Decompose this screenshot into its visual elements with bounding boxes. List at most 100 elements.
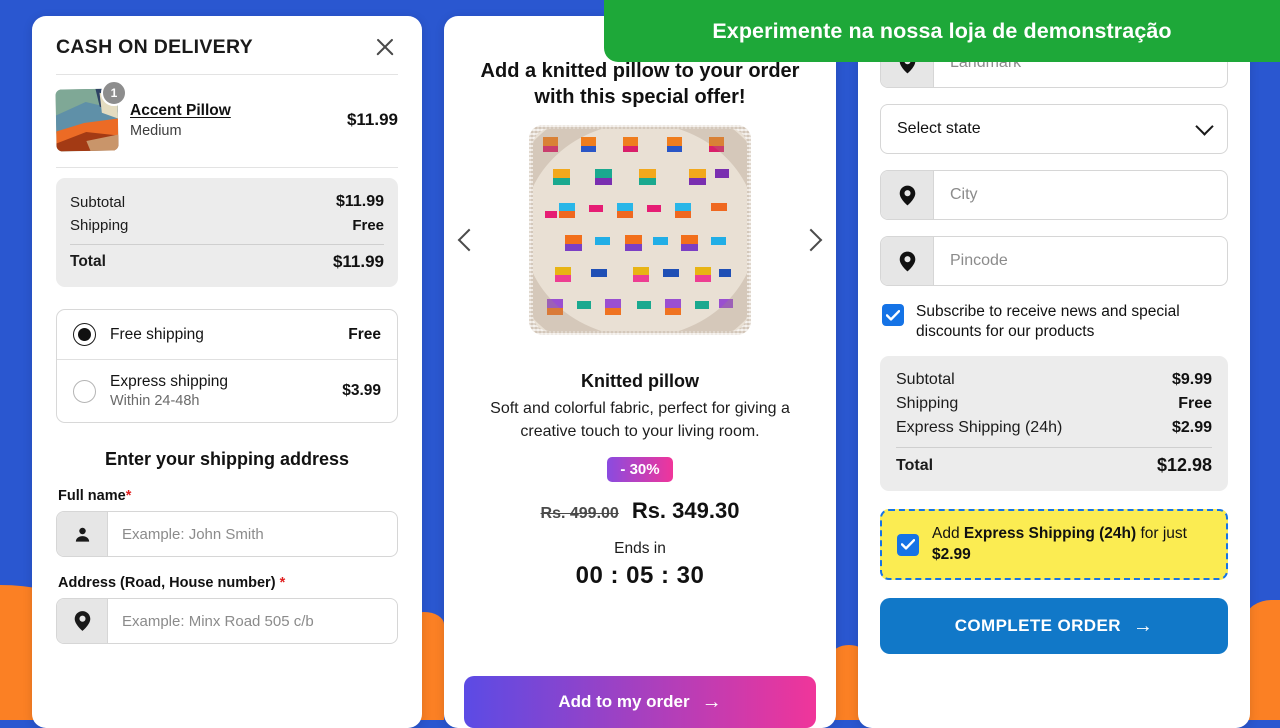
- price-original: Rs. 499.00: [540, 505, 619, 523]
- map-pin-icon: [57, 599, 108, 643]
- shipping-address-section: Enter your shipping address Full name* A…: [32, 449, 422, 644]
- shipping-option-free[interactable]: Free shipping Free: [57, 310, 397, 359]
- shipping-option-price: $3.99: [342, 382, 381, 399]
- summary-row-total: Total $12.98: [896, 452, 1212, 479]
- complete-order-label: COMPLETE ORDER: [954, 616, 1121, 636]
- address-label: Address (Road, House number) *: [58, 575, 398, 591]
- city-input[interactable]: [934, 171, 1227, 219]
- map-pin-icon: [881, 237, 934, 285]
- divider: [896, 447, 1212, 449]
- full-name-label: Full name*: [58, 488, 398, 504]
- add-to-order-label: Add to my order: [558, 692, 690, 711]
- close-icon[interactable]: [372, 34, 398, 60]
- summary-value: Free: [352, 217, 384, 234]
- demo-store-banner-text: Experimente na nossa loja de demonstraçã…: [712, 18, 1172, 43]
- upsell-prefix: Add: [932, 525, 964, 543]
- summary-label: Subtotal: [70, 193, 126, 211]
- summary-value: $2.99: [1171, 419, 1212, 437]
- quantity-badge: 1: [101, 80, 127, 106]
- carousel-next-icon[interactable]: [794, 220, 828, 260]
- shipping-method-group: Free shipping Free Express shipping With…: [56, 309, 398, 423]
- summary-value: $11.99: [332, 252, 384, 271]
- summary-label: Shipping: [896, 395, 959, 413]
- product-info: Accent Pillow Medium: [130, 102, 335, 139]
- city-field[interactable]: [880, 170, 1228, 220]
- product-thumbnail-wrapper: 1: [55, 80, 127, 152]
- pincode-field[interactable]: [880, 236, 1228, 286]
- product-name-link[interactable]: Accent Pillow: [130, 102, 335, 120]
- shipping-option-text: Free shipping: [110, 326, 334, 344]
- summary-label: Subtotal: [896, 371, 955, 389]
- shipping-option-name: Free shipping: [110, 325, 204, 343]
- shipping-details-panel: Select state Subscribe to receive news a…: [858, 0, 1250, 728]
- radio-free-shipping[interactable]: [73, 323, 96, 346]
- countdown-label: Ends in: [614, 540, 666, 558]
- left-card-header: CASH ON DELIVERY: [32, 16, 422, 74]
- product-variant: Medium: [130, 122, 182, 139]
- checkbox-subscribe[interactable]: [882, 304, 904, 326]
- countdown-timer: 00 : 05 : 30: [575, 562, 705, 590]
- summary-value: Free: [1178, 395, 1212, 413]
- offer-price-row: Rs. 499.00 Rs. 349.30: [444, 498, 836, 524]
- checkbox-express-shipping[interactable]: [897, 533, 919, 556]
- offer-product-name: Knitted pillow: [581, 370, 699, 391]
- summary-row-total: Total $11.99: [70, 249, 384, 275]
- upsell-bold-method: Express Shipping (24h): [963, 525, 1137, 543]
- radio-express-shipping[interactable]: [73, 379, 96, 403]
- state-select-value: Select state: [897, 120, 981, 137]
- arrow-right-icon: →: [1132, 615, 1154, 638]
- subscribe-newsletter-row[interactable]: Subscribe to receive news and special di…: [882, 302, 1228, 342]
- order-summary-right: Subtotal $9.99 Shipping Free Express Shi…: [880, 356, 1228, 492]
- shipping-option-express[interactable]: Express shipping Within 24-48h $3.99: [57, 359, 397, 422]
- right-card-body: Select state Subscribe to receive news a…: [858, 0, 1250, 655]
- upsell-middle: for just: [1136, 525, 1187, 543]
- state-select[interactable]: Select state: [880, 104, 1228, 154]
- carousel-prev-icon[interactable]: [452, 220, 486, 260]
- subscribe-label: Subscribe to receive news and special di…: [916, 303, 1180, 341]
- summary-label: Total: [896, 456, 934, 474]
- pincode-input[interactable]: [934, 237, 1227, 285]
- shipping-option-name: Express shipping: [110, 373, 229, 390]
- summary-label: Shipping: [70, 217, 129, 234]
- offer-product-description: Soft and colorful fabric, perfect for gi…: [490, 399, 790, 440]
- required-marker: *: [279, 575, 286, 591]
- order-summary: Subtotal $11.99 Shipping Free Total $11.…: [56, 178, 398, 287]
- knitted-pillow-image: [529, 124, 751, 335]
- chevron-left-icon: [457, 228, 481, 252]
- summary-row-shipping: Shipping Free: [896, 392, 1212, 416]
- cart-line-item: 1 Accent Pillow Medium $11.99: [32, 75, 422, 167]
- summary-row-shipping: Shipping Free: [70, 214, 384, 237]
- price-discounted: Rs. 349.30: [631, 498, 740, 524]
- summary-value: $11.99: [335, 193, 384, 210]
- discount-badge: - 30%: [607, 457, 673, 483]
- chevron-right-icon: [799, 228, 823, 252]
- divider: [56, 167, 398, 168]
- full-name-field[interactable]: [56, 511, 398, 557]
- upsell-bold-price: $2.99: [932, 545, 971, 563]
- check-icon: [886, 309, 900, 321]
- summary-label: Express Shipping (24h): [896, 419, 1063, 437]
- map-pin-icon: [881, 171, 934, 219]
- person-icon: [57, 512, 108, 556]
- address-input[interactable]: [108, 599, 397, 643]
- cash-on-delivery-panel: CASH ON DELIVERY 1 Accent Pillow Medium …: [32, 16, 422, 728]
- knitted-pillow-artwork: [533, 128, 747, 331]
- full-name-input[interactable]: [108, 512, 397, 556]
- summary-row-express-shipping: Express Shipping (24h) $2.99: [896, 416, 1212, 440]
- summary-value: $9.99: [1171, 371, 1212, 389]
- express-shipping-upsell[interactable]: Add Express Shipping (24h) for just $2.9…: [880, 509, 1228, 581]
- shipping-option-price: Free: [348, 325, 381, 343]
- shipping-option-text: Express shipping Within 24-48h: [110, 373, 328, 409]
- address-field[interactable]: [56, 598, 398, 644]
- summary-label: Total: [70, 253, 106, 270]
- arrow-right-icon: →: [701, 691, 722, 713]
- section-heading: Enter your shipping address: [104, 449, 350, 469]
- complete-order-button[interactable]: COMPLETE ORDER →: [880, 598, 1228, 655]
- product-carousel: [444, 124, 836, 355]
- required-marker: *: [125, 488, 132, 504]
- page-title: CASH ON DELIVERY: [56, 35, 253, 58]
- demo-store-banner[interactable]: Experimente na nossa loja de demonstraçã…: [604, 0, 1280, 62]
- summary-row-subtotal: Subtotal $11.99: [70, 190, 384, 214]
- summary-row-subtotal: Subtotal $9.99: [896, 368, 1212, 392]
- add-to-my-order-button[interactable]: Add to my order →: [464, 676, 816, 728]
